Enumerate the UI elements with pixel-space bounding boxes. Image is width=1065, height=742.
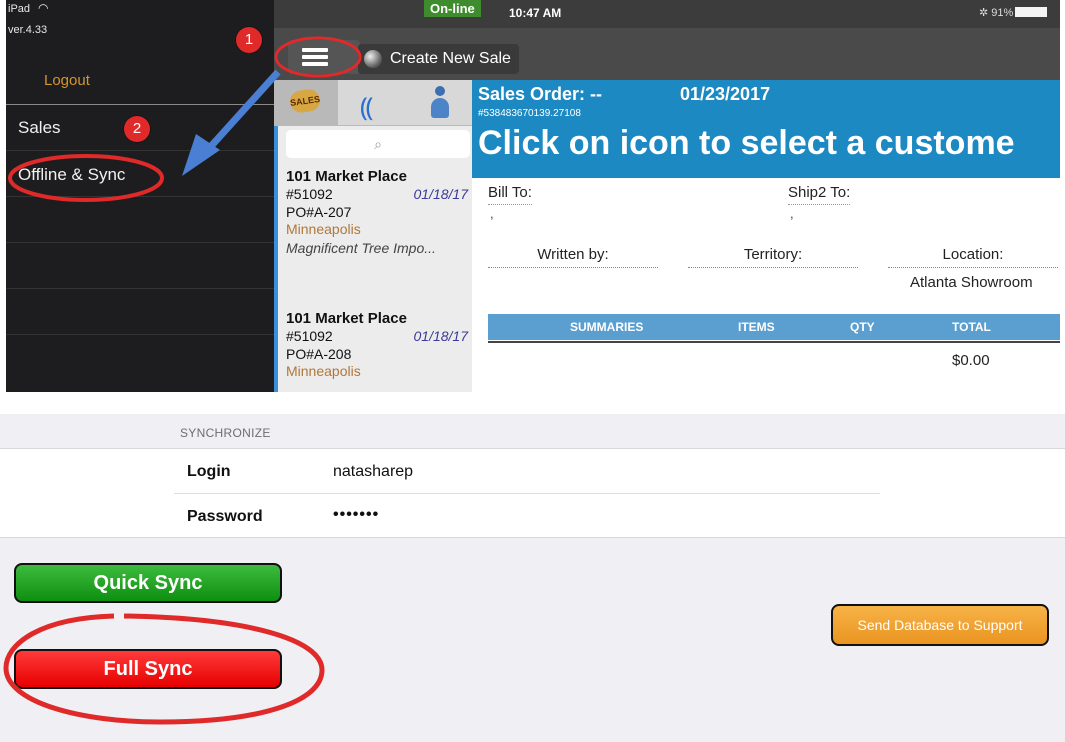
login-label: Login xyxy=(187,463,231,480)
person-icon xyxy=(430,86,450,118)
order-date: 01/18/17 xyxy=(413,186,469,202)
order-list: ⌕ 101 Market Place #51092 01/18/17 PO#A-2… xyxy=(274,126,472,392)
drawer-divider xyxy=(6,334,274,335)
location-field[interactable]: Location: xyxy=(888,246,1058,268)
sync-credentials-form: Login natasharep Password ••••••• xyxy=(0,448,1065,538)
order-customer: 101 Market Place xyxy=(286,168,407,185)
hamburger-icon-line xyxy=(302,55,328,59)
location-value: Atlanta Showroom xyxy=(910,274,1033,291)
status-bar xyxy=(274,0,1060,28)
bill-to-label[interactable]: Bill To: xyxy=(488,184,532,205)
drawer-divider xyxy=(6,242,274,243)
order-detail: Sales Order: -- 01/23/2017 #538483670139… xyxy=(472,80,1060,392)
person-icon-body xyxy=(431,98,449,118)
step-2-badge: 2 xyxy=(124,116,150,142)
ship-to-value: , xyxy=(790,206,794,221)
sales-tag-icon: SALES xyxy=(288,88,322,114)
quick-sync-button[interactable]: Quick Sync xyxy=(14,563,282,603)
order-company: Magnificent Tree Impo... xyxy=(286,240,436,256)
app-screenshot: iPad ◠ ver.4.33 Logout Sales Offline & S… xyxy=(6,0,1060,392)
synchronize-section-header: SYNCHRONIZE xyxy=(180,426,271,440)
online-status-badge: On-line xyxy=(424,0,481,17)
create-new-sale-label: Create New Sale xyxy=(390,50,511,67)
sidebar-item-offline-sync[interactable]: Offline & Sync xyxy=(18,165,125,185)
sync-screenshot: SYNCHRONIZE Login natasharep Password ••… xyxy=(0,414,1065,742)
search-input[interactable]: ⌕ xyxy=(286,130,470,158)
password-field[interactable]: ••••••• xyxy=(333,506,379,524)
order-city: Minneapolis xyxy=(286,363,361,379)
drawer-divider xyxy=(6,196,274,197)
full-sync-button[interactable]: Full Sync xyxy=(14,649,282,689)
order-po: PO#A-207 xyxy=(286,204,352,220)
total-value: $0.00 xyxy=(952,352,990,369)
logout-button[interactable]: Logout xyxy=(44,72,90,89)
summary-divider xyxy=(488,341,1060,343)
hamburger-icon xyxy=(302,48,328,52)
list-tabs: SALES ⸨ xyxy=(274,80,472,126)
column-qty: QTY xyxy=(850,320,875,334)
hamburger-icon-line xyxy=(302,62,328,66)
bill-to-value: , xyxy=(490,206,494,221)
order-number: #51092 xyxy=(286,328,333,344)
bluetooth-icon: ✲ xyxy=(979,7,989,19)
rainbow-chart-icon: ⸨ xyxy=(360,92,374,122)
sale-icon xyxy=(364,50,382,68)
list-item[interactable]: 101 Market Place #51092 01/18/17 PO#A-208… xyxy=(286,310,476,381)
device-label: iPad xyxy=(8,3,31,15)
column-total: TOTAL xyxy=(952,320,991,334)
order-city: Minneapolis xyxy=(286,221,361,237)
step-1-badge: 1 xyxy=(236,27,262,53)
order-po: PO#A-208 xyxy=(286,346,352,362)
select-customer-prompt[interactable]: Click on icon to select a custome xyxy=(478,124,1015,163)
order-customer: 101 Market Place xyxy=(286,310,407,327)
drawer-divider xyxy=(6,104,274,105)
sidebar-item-sales[interactable]: Sales xyxy=(18,118,61,138)
search-icon: ⌕ xyxy=(374,136,382,152)
drawer-divider xyxy=(6,288,274,289)
login-field[interactable]: natasharep xyxy=(333,463,413,481)
create-new-sale-button[interactable]: Create New Sale xyxy=(358,44,519,74)
column-items: ITEMS xyxy=(738,320,775,334)
battery-indicator: ✲ 91% xyxy=(979,6,1048,19)
written-by-field[interactable]: Written by: xyxy=(488,246,658,268)
tab-sales[interactable]: SALES xyxy=(274,80,338,126)
order-number: #51092 xyxy=(286,186,333,202)
ship-to-label[interactable]: Ship2 To: xyxy=(788,184,851,205)
territory-field[interactable]: Territory: xyxy=(688,246,858,268)
side-drawer: iPad ◠ ver.4.33 Logout Sales Offline & S… xyxy=(6,0,274,392)
battery-percent: 91% xyxy=(991,7,1014,19)
drawer-divider xyxy=(6,150,274,151)
list-item[interactable]: 101 Market Place #51092 01/18/17 PO#A-207… xyxy=(286,168,476,258)
column-summaries: SUMMARIES xyxy=(570,320,644,334)
battery-icon xyxy=(1015,7,1048,17)
version-label: ver.4.33 xyxy=(8,24,48,36)
person-icon-head xyxy=(435,86,445,96)
sales-order-title: Sales Order: -- xyxy=(478,84,603,104)
sales-order-id: #538483670139.27108 xyxy=(478,108,581,119)
sales-order-date: 01/23/2017 xyxy=(680,84,771,104)
password-label: Password xyxy=(187,508,263,525)
menu-button[interactable] xyxy=(288,40,360,74)
summary-table-header: SUMMARIES ITEMS QTY TOTAL xyxy=(488,314,1060,340)
status-time: 10:47 AM xyxy=(509,6,562,20)
tutorial-screenshot: iPad ◠ ver.4.33 Logout Sales Offline & S… xyxy=(0,0,1065,742)
order-date: 01/18/17 xyxy=(413,328,469,344)
wifi-icon: ◠ xyxy=(38,1,49,15)
send-database-button[interactable]: Send Database to Support xyxy=(831,604,1049,646)
sales-order-header: Sales Order: -- 01/23/2017 #538483670139… xyxy=(472,80,1060,178)
form-divider xyxy=(174,493,880,494)
